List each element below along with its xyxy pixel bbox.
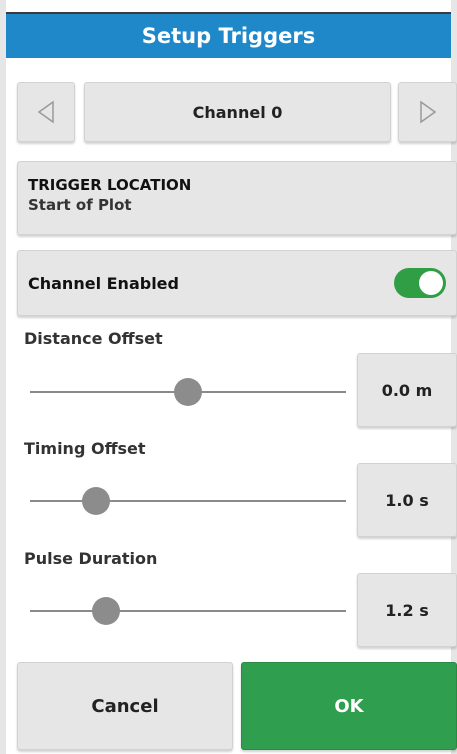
pulse-duration-label: Pulse Duration <box>24 549 158 568</box>
chevron-left-icon <box>37 100 54 124</box>
channel-label: Channel 0 <box>192 102 283 122</box>
dialog-title: Setup Triggers <box>141 24 316 48</box>
distance-offset-label: Distance Offset <box>24 329 163 348</box>
slider-track <box>30 610 346 612</box>
slider-track <box>30 500 346 502</box>
chevron-right-icon <box>419 100 436 124</box>
distance-offset-slider[interactable] <box>30 377 346 407</box>
channel-enabled-label: Channel Enabled <box>28 273 179 293</box>
toggle-knob <box>419 271 443 295</box>
ok-label: OK <box>334 695 364 717</box>
channel-enabled-toggle[interactable] <box>394 268 446 298</box>
pulse-duration-value: 1.2 s <box>385 600 429 620</box>
cancel-label: Cancel <box>91 695 159 717</box>
dialog-header: Setup Triggers <box>6 12 451 58</box>
trigger-location-button[interactable]: TRIGGER LOCATION Start of Plot <box>17 161 457 235</box>
trigger-location-value: Start of Plot <box>28 196 132 214</box>
next-channel-button[interactable] <box>398 82 457 142</box>
pulse-duration-slider[interactable] <box>30 596 346 626</box>
pulse-duration-value-button[interactable]: 1.2 s <box>357 573 457 647</box>
distance-offset-value: 0.0 m <box>381 380 433 400</box>
channel-selector[interactable]: Channel 0 <box>84 82 391 142</box>
slider-thumb[interactable] <box>82 487 111 515</box>
distance-offset-value-button[interactable]: 0.0 m <box>357 353 457 427</box>
timing-offset-slider[interactable] <box>30 486 346 516</box>
cancel-button[interactable]: Cancel <box>17 662 233 750</box>
timing-offset-label: Timing Offset <box>24 439 146 458</box>
ok-button[interactable]: OK <box>241 662 457 750</box>
trigger-location-title: TRIGGER LOCATION <box>28 176 192 194</box>
previous-channel-button[interactable] <box>17 82 75 142</box>
timing-offset-value-button[interactable]: 1.0 s <box>357 463 457 537</box>
channel-enabled-row[interactable]: Channel Enabled <box>17 250 457 316</box>
slider-thumb[interactable] <box>174 378 202 406</box>
slider-thumb[interactable] <box>91 597 120 625</box>
timing-offset-value: 1.0 s <box>385 490 429 510</box>
